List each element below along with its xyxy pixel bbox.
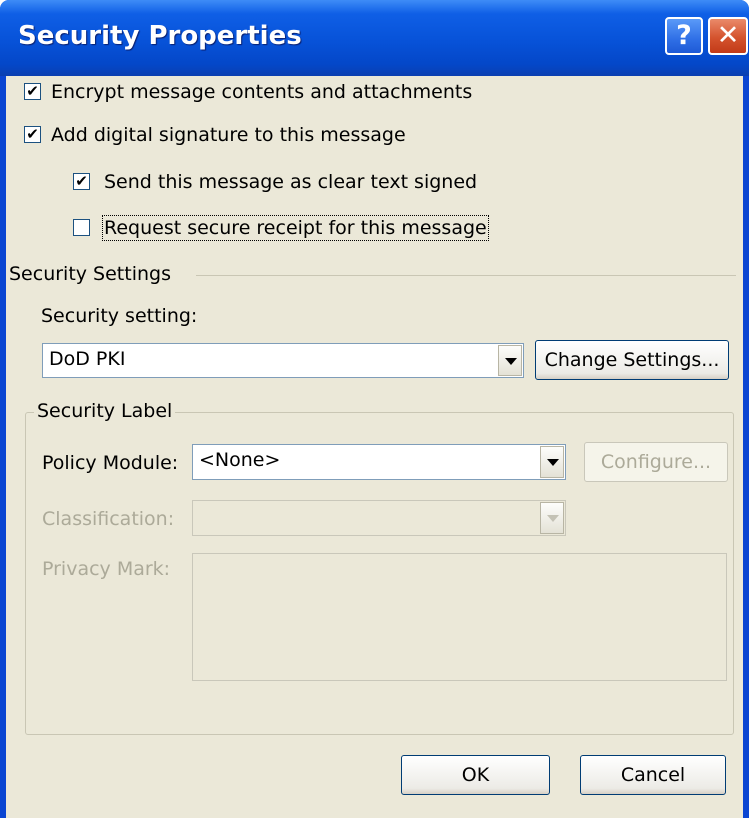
policy-module-label: Policy Module: <box>42 452 179 474</box>
question-mark-icon: ? <box>676 20 692 51</box>
classification-label: Classification: <box>42 508 175 530</box>
classification-dropdown[interactable] <box>192 500 566 536</box>
security-properties-dialog: Security Properties ? ✕ ✔ Encrypt messag… <box>0 0 749 818</box>
privacy-mark-field[interactable] <box>192 553 727 681</box>
security-label-heading: Security Label <box>34 400 176 422</box>
sign-label[interactable]: Add digital signature to this message <box>51 124 406 146</box>
checkmark-icon: ✔ <box>75 172 88 190</box>
close-button[interactable]: ✕ <box>708 17 748 55</box>
group-divider <box>196 275 736 276</box>
security-setting-value: DoD PKI <box>49 348 126 370</box>
privacy-mark-label: Privacy Mark: <box>42 558 171 580</box>
clear-text-checkbox[interactable]: ✔ <box>73 173 90 190</box>
secure-receipt-checkbox[interactable] <box>73 219 90 236</box>
chevron-down-icon[interactable] <box>540 502 564 534</box>
security-setting-label: Security setting: <box>41 305 198 327</box>
cancel-button[interactable]: Cancel <box>580 755 726 795</box>
clear-text-label[interactable]: Send this message as clear text signed <box>104 171 477 193</box>
policy-module-dropdown[interactable]: <None> <box>192 444 566 480</box>
secure-receipt-label[interactable]: Request secure receipt for this message <box>102 215 489 241</box>
close-icon: ✕ <box>716 20 740 51</box>
security-settings-heading: Security Settings <box>9 263 171 285</box>
sign-checkbox[interactable]: ✔ <box>24 126 41 143</box>
encrypt-checkbox[interactable]: ✔ <box>24 83 41 100</box>
help-button[interactable]: ? <box>665 17 703 55</box>
ok-button[interactable]: OK <box>401 755 550 795</box>
chevron-down-icon[interactable] <box>498 345 522 376</box>
policy-module-value: <None> <box>199 449 281 471</box>
change-settings-button[interactable]: Change Settings... <box>535 340 729 380</box>
window-title: Security Properties <box>18 21 302 51</box>
checkmark-icon: ✔ <box>26 82 39 100</box>
chevron-down-icon[interactable] <box>540 446 564 478</box>
checkmark-icon: ✔ <box>26 125 39 143</box>
configure-button[interactable]: Configure... <box>584 442 728 482</box>
encrypt-label[interactable]: Encrypt message contents and attachments <box>51 81 472 103</box>
dialog-body: ✔ Encrypt message contents and attachmen… <box>6 76 743 818</box>
security-setting-dropdown[interactable]: DoD PKI <box>42 343 524 378</box>
title-bar[interactable]: Security Properties ? ✕ <box>0 0 749 76</box>
